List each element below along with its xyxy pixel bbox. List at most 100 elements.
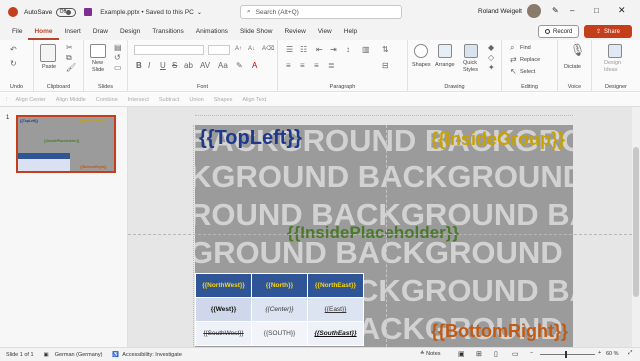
- tab-file[interactable]: File: [6, 24, 28, 40]
- maximize-button[interactable]: □: [594, 6, 599, 15]
- vertical-guide[interactable]: [386, 125, 387, 347]
- align-left-icon[interactable]: ≡: [286, 62, 291, 70]
- normal-view-icon[interactable]: ▣: [458, 350, 465, 358]
- underline-icon[interactable]: U: [160, 62, 166, 70]
- inside-group-placeholder[interactable]: {{InsideGroup}}: [431, 129, 565, 150]
- minimize-button[interactable]: –: [570, 6, 574, 15]
- fit-slide-icon[interactable]: ⤢: [628, 350, 632, 357]
- notes-button[interactable]: ≙ Notes: [420, 351, 441, 357]
- align-center-button[interactable]: Align Center: [16, 97, 46, 103]
- find-label[interactable]: Find: [520, 45, 531, 51]
- tab-view[interactable]: View: [312, 24, 338, 40]
- intersect-button[interactable]: Intersect: [128, 97, 149, 103]
- tab-slide-show[interactable]: Slide Show: [234, 24, 279, 40]
- decrease-indent-icon[interactable]: ⇤: [316, 46, 323, 54]
- table-cell[interactable]: {{Center}}: [251, 297, 308, 322]
- align-center-icon[interactable]: ≡: [300, 62, 305, 70]
- line-spacing-icon[interactable]: ↕: [346, 46, 350, 54]
- shapes-button[interactable]: Shapes: [214, 97, 233, 103]
- columns-icon[interactable]: ▥: [362, 46, 370, 54]
- align-middle-button[interactable]: Align Middle: [56, 97, 86, 103]
- bullets-icon[interactable]: ☰: [286, 46, 293, 54]
- subtract-button[interactable]: Subtract: [159, 97, 179, 103]
- select-icon[interactable]: ↖: [510, 68, 517, 76]
- align-text-icon[interactable]: ⊟: [382, 62, 389, 70]
- tab-home[interactable]: Home: [28, 24, 59, 40]
- copy-icon[interactable]: ⧉: [66, 54, 72, 62]
- scrollbar-thumb[interactable]: [633, 147, 639, 297]
- tab-review[interactable]: Review: [278, 24, 311, 40]
- proofing-icon[interactable]: ▣: [44, 352, 49, 358]
- search-input[interactable]: ⌕ Search (Alt+Q): [240, 5, 402, 19]
- highlight-icon[interactable]: ✎: [236, 62, 243, 70]
- quick-styles-icon[interactable]: [464, 44, 478, 58]
- zoom-in-icon[interactable]: +: [598, 350, 601, 356]
- clear-format-icon[interactable]: A⌫: [262, 46, 275, 52]
- zoom-slider-thumb[interactable]: [565, 351, 567, 358]
- shape-effects-icon[interactable]: ✦: [488, 64, 495, 72]
- reading-view-icon[interactable]: ▯: [494, 350, 498, 358]
- slideshow-icon[interactable]: ▭: [512, 350, 519, 358]
- share-button[interactable]: ⇪ Share: [584, 25, 632, 38]
- tab-help[interactable]: Help: [338, 24, 363, 40]
- new-slide-icon[interactable]: [90, 44, 106, 58]
- shadow-icon[interactable]: ab: [184, 62, 193, 70]
- increase-indent-icon[interactable]: ⇥: [330, 46, 337, 54]
- reset-icon[interactable]: ↺: [114, 54, 121, 62]
- ribbon-options-icon[interactable]: ✎: [552, 6, 559, 15]
- font-color-icon[interactable]: A: [252, 62, 257, 70]
- vertical-scrollbar[interactable]: [632, 107, 640, 347]
- document-title[interactable]: Example.pptx • Saved to this PC: [100, 9, 194, 16]
- find-icon[interactable]: ⌕: [510, 44, 514, 52]
- microphone-icon[interactable]: 🎙: [570, 44, 585, 56]
- case-icon[interactable]: Aa: [218, 62, 228, 70]
- table-cell[interactable]: {{East}}: [307, 297, 364, 322]
- replace-icon[interactable]: ⇄: [510, 56, 517, 64]
- table-cell[interactable]: {{NorthWest}}: [195, 273, 252, 298]
- table-cell[interactable]: {{SOUTH}}: [251, 321, 308, 346]
- bold-icon[interactable]: B: [136, 62, 142, 70]
- shapes-icon[interactable]: [414, 44, 428, 58]
- table-cell[interactable]: {{North}}: [251, 273, 308, 298]
- font-name-input[interactable]: [134, 45, 204, 55]
- grow-font-icon[interactable]: A↑: [235, 46, 242, 52]
- shape-outline-icon[interactable]: ◇: [488, 54, 494, 62]
- shape-fill-icon[interactable]: ◆: [488, 44, 494, 52]
- top-left-placeholder[interactable]: {{TopLeft}}: [199, 127, 302, 150]
- tab-animations[interactable]: Animations: [190, 24, 234, 40]
- table-cell[interactable]: {{SouthWest}}: [195, 321, 252, 346]
- autosave-toggle[interactable]: Off: [56, 7, 77, 17]
- tab-draw[interactable]: Draw: [87, 24, 114, 40]
- user-name[interactable]: Roland Weigelt: [478, 8, 522, 15]
- replace-label[interactable]: Replace: [520, 57, 540, 63]
- table-cell[interactable]: {{NorthEast}}: [307, 273, 364, 298]
- tab-transitions[interactable]: Transitions: [146, 24, 190, 40]
- paste-icon[interactable]: [40, 44, 56, 62]
- strikethrough-icon[interactable]: S: [172, 62, 177, 70]
- union-button[interactable]: Union: [189, 97, 203, 103]
- align-text-button[interactable]: Align Text: [242, 97, 266, 103]
- zoom-slider[interactable]: [540, 351, 595, 358]
- tab-design[interactable]: Design: [114, 24, 146, 40]
- slide-sorter-icon[interactable]: ⊞: [476, 350, 482, 358]
- format-painter-icon[interactable]: 🖌: [66, 64, 76, 72]
- redo-icon[interactable]: ↻: [10, 60, 17, 68]
- table-cell[interactable]: {{SouthEast}}: [307, 321, 364, 346]
- select-label[interactable]: Select: [520, 69, 535, 75]
- close-button[interactable]: ✕: [618, 5, 626, 16]
- arrange-icon[interactable]: [438, 44, 452, 58]
- slide-thumbnail[interactable]: {{TopLeft}} {{InsideGroup}} {{InsidePlac…: [16, 115, 116, 173]
- italic-icon[interactable]: I: [148, 62, 150, 70]
- text-direction-icon[interactable]: ⇅: [382, 46, 389, 54]
- record-button[interactable]: Record: [538, 25, 580, 38]
- align-right-icon[interactable]: ≡: [314, 62, 319, 70]
- numbering-icon[interactable]: ☷: [300, 46, 307, 54]
- design-ideas-icon[interactable]: [608, 44, 622, 58]
- save-icon[interactable]: [84, 8, 93, 16]
- layout-icon[interactable]: ▤: [114, 44, 122, 52]
- zoom-level[interactable]: 60 %: [606, 351, 619, 357]
- shrink-font-icon[interactable]: A↓: [248, 46, 255, 52]
- zoom-out-icon[interactable]: −: [530, 350, 533, 356]
- slide[interactable]: BACKGROUND BACKGROUND BAC KGROUND BACKGR…: [195, 125, 573, 347]
- justify-icon[interactable]: ≣: [328, 62, 335, 70]
